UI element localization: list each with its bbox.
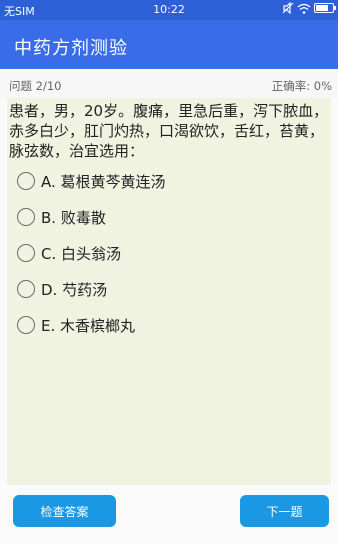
option-c[interactable]: C. 白头翁汤 — [17, 240, 121, 266]
radio-button[interactable] — [17, 208, 35, 226]
option-d[interactable]: D. 芍药汤 — [17, 276, 107, 302]
option-a[interactable]: A. 葛根黄芩黄连汤 — [17, 168, 166, 194]
wifi-icon — [297, 3, 311, 14]
question-text: 患者，男，20岁。腹痛，里急后重，泻下脓血，赤多白少，肛门灼热，口渴欲饮，舌红，… — [9, 102, 329, 160]
check-answer-button[interactable]: 检查答案 — [13, 495, 116, 527]
question-card: 患者，男，20岁。腹痛，里急后重，泻下脓血，赤多白少，肛门灼热，口渴欲饮，舌红，… — [7, 98, 331, 485]
option-label: D. 芍药汤 — [41, 280, 108, 299]
question-counter: 问题 2/10 — [9, 79, 62, 93]
option-label: B. 败毒散 — [41, 208, 106, 227]
status-bar: 无SIM 10:22 — [0, 0, 338, 20]
option-label: E. 木香槟榔丸 — [41, 316, 136, 335]
app-bar: 中药方剂测验 — [0, 20, 338, 69]
mute-icon — [282, 2, 294, 14]
radio-button[interactable] — [17, 172, 35, 190]
next-question-button[interactable]: 下一题 — [240, 495, 329, 527]
option-label: A. 葛根黄芩黄连汤 — [41, 172, 166, 191]
progress-row: 问题 2/10 正确率: 0% — [0, 72, 338, 98]
option-b[interactable]: B. 败毒散 — [17, 204, 106, 230]
accuracy-label: 正确率: 0% — [271, 79, 332, 93]
radio-button[interactable] — [17, 316, 35, 334]
radio-button[interactable] — [17, 280, 35, 298]
option-e[interactable]: E. 木香槟榔丸 — [17, 312, 135, 338]
option-label: C. 白头翁汤 — [41, 244, 122, 263]
battery-icon — [314, 3, 336, 13]
radio-button[interactable] — [17, 244, 35, 262]
app-title: 中药方剂测验 — [14, 38, 128, 59]
status-icons — [282, 2, 336, 14]
